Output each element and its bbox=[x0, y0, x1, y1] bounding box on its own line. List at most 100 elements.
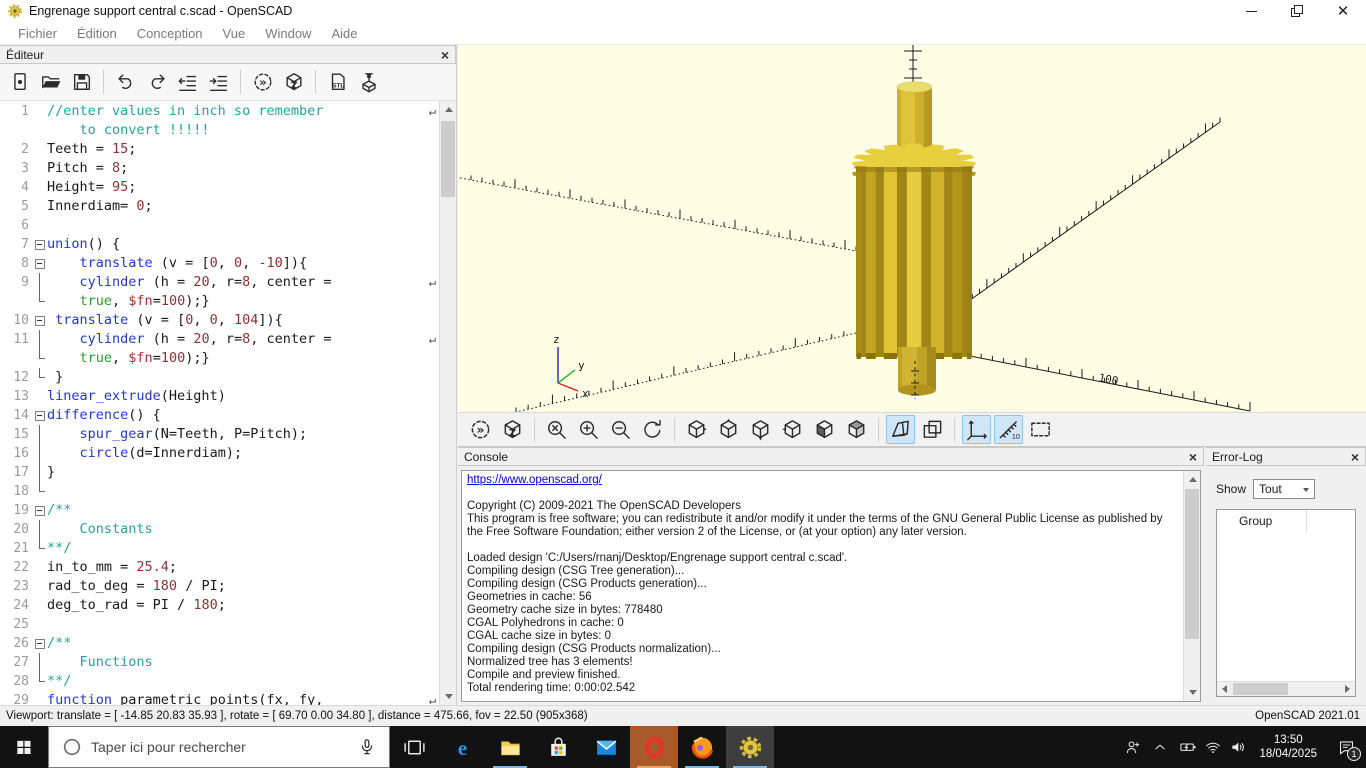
view-right-icon[interactable] bbox=[682, 415, 711, 444]
editor-scroll-thumb[interactable] bbox=[441, 121, 455, 197]
taskbar-app-openscad[interactable] bbox=[726, 726, 774, 768]
code-line[interactable]: 29function parametric_points(fx, fy,↵ bbox=[0, 691, 439, 705]
taskbar-app-firefox[interactable] bbox=[678, 726, 726, 768]
view-top-icon[interactable] bbox=[714, 415, 743, 444]
errorlog-table[interactable]: Group bbox=[1216, 509, 1356, 697]
3d-viewport[interactable]: 100zyx bbox=[458, 45, 1366, 412]
tray-people-icon[interactable] bbox=[1120, 726, 1145, 768]
code-line[interactable]: 2Teeth = 15; bbox=[0, 140, 439, 159]
taskbar-app-edge[interactable]: e bbox=[438, 726, 486, 768]
code-line[interactable]: 10 translate (v = [0, 0, 104]){ bbox=[0, 311, 439, 330]
code-line[interactable]: 26/** bbox=[0, 634, 439, 653]
tray-wifi-icon[interactable] bbox=[1200, 726, 1225, 768]
code-line[interactable]: 18 bbox=[0, 482, 439, 501]
taskbar-app-mail[interactable] bbox=[582, 726, 630, 768]
microphone-icon[interactable] bbox=[357, 737, 377, 757]
code-line[interactable]: 28**/ bbox=[0, 672, 439, 691]
code-line[interactable]: 25 bbox=[0, 615, 439, 634]
code-line[interactable]: 8 translate (v = [0, 0, -10]){ bbox=[0, 254, 439, 273]
menu-aide[interactable]: Aide bbox=[321, 24, 367, 43]
menu-fichier[interactable]: Fichier bbox=[8, 24, 67, 43]
taskbar-app-explorer[interactable] bbox=[486, 726, 534, 768]
view-back-icon[interactable] bbox=[842, 415, 871, 444]
taskbar-app-store[interactable] bbox=[534, 726, 582, 768]
view-all-icon[interactable] bbox=[1026, 415, 1055, 444]
code-editor[interactable]: 1//enter values in inch so remember↵ to … bbox=[0, 101, 456, 705]
code-line[interactable]: 27 Functions bbox=[0, 653, 439, 672]
orthogonal-icon[interactable] bbox=[918, 415, 947, 444]
errorlog-scroll-thumb[interactable] bbox=[1233, 683, 1288, 695]
restore-button[interactable] bbox=[1274, 0, 1320, 22]
errorlog-horizontal-scrollbar[interactable] bbox=[1217, 681, 1355, 696]
fold-marker-icon[interactable] bbox=[34, 254, 47, 273]
scroll-up-icon[interactable] bbox=[1184, 471, 1201, 488]
code-line[interactable]: 7union() { bbox=[0, 235, 439, 254]
scroll-down-icon[interactable] bbox=[440, 688, 456, 705]
code-line[interactable]: 12 } bbox=[0, 368, 439, 387]
fold-marker-icon[interactable] bbox=[34, 406, 47, 425]
save-icon[interactable] bbox=[68, 69, 95, 96]
scroll-left-icon[interactable] bbox=[1217, 682, 1232, 696]
tray-chevron-up-icon[interactable] bbox=[1145, 726, 1175, 768]
console-link-line[interactable]: https://www.openscad.org/ bbox=[467, 474, 1178, 487]
redo-icon[interactable] bbox=[143, 69, 170, 96]
fold-marker-icon[interactable] bbox=[34, 235, 47, 254]
taskbar-app-opera[interactable] bbox=[630, 726, 678, 768]
code-line[interactable]: 20 Constants bbox=[0, 520, 439, 539]
tray-volume-icon[interactable] bbox=[1225, 726, 1250, 768]
code-line[interactable]: 19/** bbox=[0, 501, 439, 520]
menu-vue[interactable]: Vue bbox=[213, 24, 256, 43]
view-left-icon[interactable] bbox=[778, 415, 807, 444]
zoom-all-icon[interactable] bbox=[542, 415, 571, 444]
unindent-icon[interactable] bbox=[174, 69, 201, 96]
show-axes-icon[interactable] bbox=[962, 415, 991, 444]
code-line[interactable]: 23rad_to_deg = 180 / PI; bbox=[0, 577, 439, 596]
code-line[interactable]: 6 bbox=[0, 216, 439, 235]
tray-battery-icon[interactable] bbox=[1175, 726, 1200, 768]
taskbar-clock[interactable]: 13:50 18/04/2025 bbox=[1250, 726, 1326, 768]
render-icon[interactable] bbox=[498, 415, 527, 444]
indent-icon[interactable] bbox=[205, 69, 232, 96]
perspective-icon[interactable] bbox=[886, 415, 915, 444]
code-line[interactable]: 15 spur_gear(N=Teeth, P=Pitch); bbox=[0, 425, 439, 444]
view-bottom-icon[interactable] bbox=[746, 415, 775, 444]
console-close-icon[interactable]: × bbox=[1189, 450, 1197, 464]
minimize-button[interactable] bbox=[1228, 0, 1274, 22]
editor-close-icon[interactable]: × bbox=[441, 48, 449, 62]
preview-icon[interactable]: » bbox=[466, 415, 495, 444]
errorlog-close-icon[interactable]: × bbox=[1351, 450, 1359, 464]
reset-view-icon[interactable] bbox=[638, 415, 667, 444]
render-icon[interactable] bbox=[280, 69, 307, 96]
new-file-icon[interactable] bbox=[6, 69, 33, 96]
taskbar-app-task-view[interactable] bbox=[390, 726, 438, 768]
console-output[interactable]: https://www.openscad.org/ Copyright (C) … bbox=[461, 470, 1201, 702]
fold-marker-icon[interactable] bbox=[34, 311, 47, 330]
scroll-up-icon[interactable] bbox=[440, 101, 456, 118]
menu-window[interactable]: Window bbox=[255, 24, 321, 43]
scroll-right-icon[interactable] bbox=[1340, 682, 1355, 696]
code-line[interactable]: 1//enter values in inch so remember↵ bbox=[0, 102, 439, 121]
fold-marker-icon[interactable] bbox=[34, 634, 47, 653]
zoom-in-icon[interactable] bbox=[574, 415, 603, 444]
export-3d-icon[interactable] bbox=[355, 69, 382, 96]
code-line[interactable]: true, $fn=100);} bbox=[0, 292, 439, 311]
notification-center-button[interactable]: 1 bbox=[1326, 726, 1366, 768]
code-line[interactable]: to convert !!!!! bbox=[0, 121, 439, 140]
taskbar-search[interactable]: Taper ici pour rechercher bbox=[48, 726, 390, 768]
console-vertical-scrollbar[interactable] bbox=[1183, 471, 1200, 701]
code-line[interactable]: 3Pitch = 8; bbox=[0, 159, 439, 178]
view-front-icon[interactable] bbox=[810, 415, 839, 444]
zoom-out-icon[interactable] bbox=[606, 415, 635, 444]
fold-marker-icon[interactable] bbox=[34, 501, 47, 520]
code-line[interactable]: 24deg_to_rad = PI / 180; bbox=[0, 596, 439, 615]
code-line[interactable]: 14difference() { bbox=[0, 406, 439, 425]
code-line[interactable]: 5Innerdiam= 0; bbox=[0, 197, 439, 216]
code-line[interactable]: 16 circle(d=Innerdiam); bbox=[0, 444, 439, 463]
undo-icon[interactable] bbox=[112, 69, 139, 96]
start-button[interactable] bbox=[0, 726, 48, 768]
preview-icon[interactable]: » bbox=[249, 69, 276, 96]
menu-dition[interactable]: Édition bbox=[67, 24, 127, 43]
scroll-down-icon[interactable] bbox=[1184, 684, 1201, 701]
code-line[interactable]: 9 cylinder (h = 20, r=8, center =↵ bbox=[0, 273, 439, 292]
code-line[interactable]: 17} bbox=[0, 463, 439, 482]
